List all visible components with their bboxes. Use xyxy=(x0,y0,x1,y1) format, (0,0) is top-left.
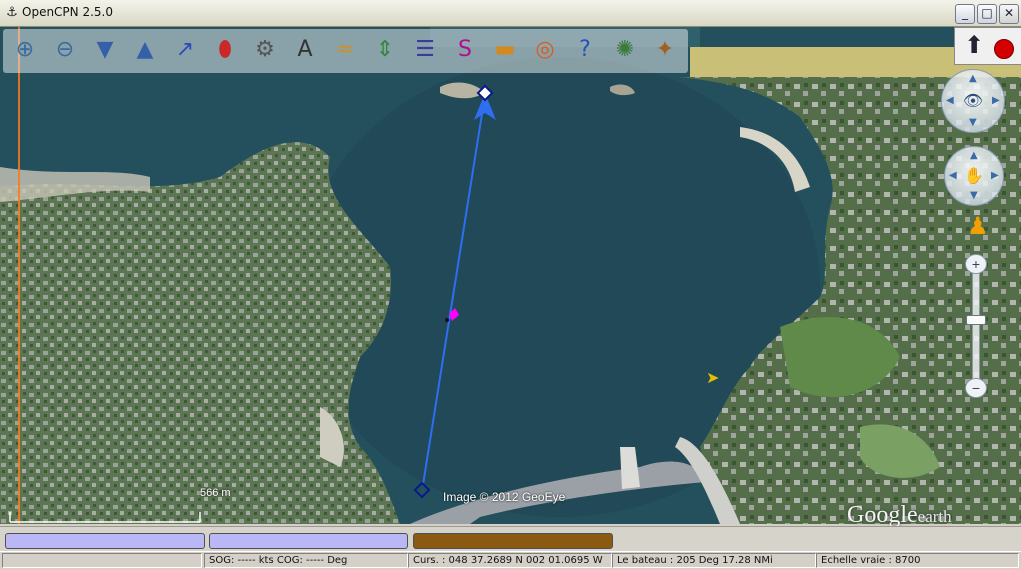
follow-tool[interactable]: ⬮ xyxy=(207,32,243,68)
piano-key-2[interactable] xyxy=(209,533,408,549)
zoom-slider[interactable]: + − xyxy=(963,254,987,400)
main-toolbar: ⊕ ⊖ ▼ ▲ ↗ ⬮ ⚙ A ≈ ⇕ ☰ S ▬ ◎? ✺ ✦ xyxy=(3,29,688,73)
maximize-button[interactable]: □ xyxy=(977,4,997,24)
satellite-map xyxy=(0,27,1021,524)
chart-bar-piano xyxy=(0,526,1021,551)
look-up-arrow-icon[interactable]: ▲ xyxy=(969,73,977,84)
mob-tool[interactable]: ◎ xyxy=(527,32,563,68)
move-up-arrow-icon[interactable]: ▲ xyxy=(970,150,978,161)
magnifier-plus-icon: ⊕ xyxy=(15,37,35,62)
imagery-copyright: Image © 2012 GeoEye xyxy=(443,490,566,504)
magnifier-minus-icon: ⊖ xyxy=(55,37,75,62)
look-left-arrow-icon[interactable]: ◀ xyxy=(946,95,954,106)
scale-up-tool[interactable]: ▲ xyxy=(127,32,163,68)
move-down-arrow-icon[interactable]: ▼ xyxy=(970,190,978,201)
zoom-in-button[interactable]: + xyxy=(965,254,987,274)
current-tool[interactable]: ≈ xyxy=(327,32,363,68)
compass-widget[interactable]: ⬆ xyxy=(954,27,1021,65)
status-boat-bearing: Le bateau : 205 Deg 17.28 NMi xyxy=(612,553,816,568)
move-left-arrow-icon[interactable]: ◀ xyxy=(949,170,957,181)
zoom-in-tool[interactable]: ⊕ xyxy=(7,32,43,68)
piano-key-1[interactable] xyxy=(5,533,205,549)
move-right-arrow-icon[interactable]: ▶ xyxy=(991,170,999,181)
ship-icon: ⬮ xyxy=(218,37,232,62)
track-icon: S xyxy=(458,37,472,62)
settings-tool[interactable]: ⚙ xyxy=(247,32,283,68)
minimize-button[interactable]: _ xyxy=(955,4,975,24)
look-control[interactable]: ▲ ▼ ◀ ▶ 👁 xyxy=(941,69,1005,133)
help-tool[interactable]: ? xyxy=(567,32,603,68)
close-button[interactable]: ✕ xyxy=(999,4,1019,24)
route-tool[interactable]: ↗ xyxy=(167,32,203,68)
piano-key-3[interactable] xyxy=(413,533,613,549)
status-scale: Echelle vraie : 8700 xyxy=(816,553,1019,568)
text-a-icon: A xyxy=(297,37,313,62)
title-bar: ⚓ OpenCPN 2.5.0 _ □ ✕ xyxy=(0,0,1021,27)
route-manager-tool[interactable]: ☰ xyxy=(407,32,443,68)
zoom-track[interactable] xyxy=(972,268,980,388)
opencpn-icon: ⚓ xyxy=(6,5,18,20)
route-manager-icon: ☰ xyxy=(415,37,435,62)
zoom-thumb[interactable] xyxy=(966,315,986,325)
current-icon: ≈ xyxy=(335,37,355,62)
color-scheme-tool[interactable]: ▬ xyxy=(487,32,523,68)
move-control[interactable]: ▲ ▼ ◀ ▶ ✋ xyxy=(944,146,1004,206)
chart-canvas[interactable] xyxy=(0,27,1021,524)
status-sog-cog: SOG: ----- kts COG: ----- Deg xyxy=(204,553,408,568)
tide-tool[interactable]: ⇕ xyxy=(367,32,403,68)
zoom-out-tool[interactable]: ⊖ xyxy=(47,32,83,68)
eye-icon: 👁 xyxy=(962,91,984,110)
plugin-tool[interactable]: ✦ xyxy=(647,32,683,68)
record-icon[interactable] xyxy=(994,39,1014,59)
status-cursor-position: Curs. : 048 37.2689 N 002 01.0695 W xyxy=(408,553,612,568)
google-logo-text: Google xyxy=(847,502,918,528)
sunset-icon: ▬ xyxy=(494,37,516,62)
ais-icon: ✺ xyxy=(615,37,635,62)
triangle-down-icon: ▼ xyxy=(96,37,114,62)
question-mark-icon: ? xyxy=(579,37,591,62)
look-right-arrow-icon[interactable]: ▶ xyxy=(992,95,1000,106)
hand-icon: ✋ xyxy=(964,166,984,185)
scale-bar-label: 566 m xyxy=(200,487,231,499)
triangle-up-icon: ▲ xyxy=(136,37,154,62)
scale-down-tool[interactable]: ▼ xyxy=(87,32,123,68)
track-tool[interactable]: S xyxy=(447,32,483,68)
ais-tool[interactable]: ✺ xyxy=(607,32,643,68)
compass-needle-icon[interactable]: ⬆ xyxy=(959,30,989,60)
lifebuoy-icon: ◎ xyxy=(535,37,555,62)
zoom-out-button[interactable]: − xyxy=(965,378,987,398)
text-tool[interactable]: A xyxy=(287,32,323,68)
window-title: OpenCPN 2.5.0 xyxy=(22,5,113,19)
google-earth-logo: Googleearth xyxy=(847,502,952,529)
wrench-icon: ⚙ xyxy=(255,37,275,62)
look-down-arrow-icon[interactable]: ▼ xyxy=(969,117,977,128)
google-logo-suffix: earth xyxy=(917,507,952,526)
pegman-icon[interactable]: ♟ xyxy=(967,210,989,242)
mouse-cursor-icon: ➤ xyxy=(706,368,720,387)
status-bar: SOG: ----- kts COG: ----- Deg Curs. : 04… xyxy=(0,551,1021,569)
tide-icon: ⇕ xyxy=(375,37,395,62)
status-field-empty xyxy=(2,553,202,568)
plugin-icon: ✦ xyxy=(655,37,675,62)
route-icon: ↗ xyxy=(175,37,195,62)
